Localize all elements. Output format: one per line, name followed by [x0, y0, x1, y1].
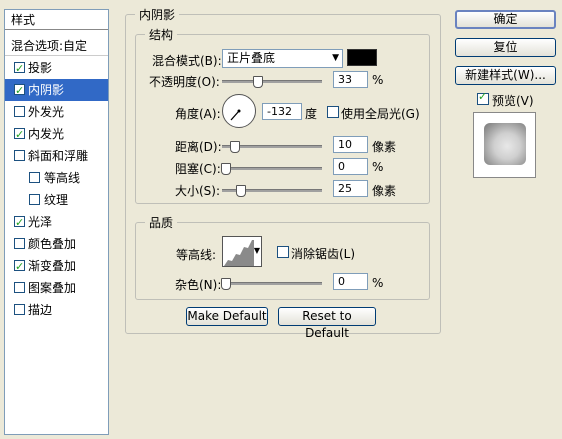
preview-swatch	[484, 123, 526, 165]
style-item-label: 光泽	[28, 215, 53, 229]
contour-picker[interactable]: ▼	[222, 236, 262, 267]
opacity-slider-thumb[interactable]	[253, 76, 263, 88]
chevron-down-icon: ▼	[253, 246, 260, 255]
style-checkbox[interactable]	[29, 172, 40, 183]
blend-options-item[interactable]: 混合选项:自定	[5, 36, 108, 56]
style-item-label: 外发光	[28, 105, 65, 119]
preview-checkbox[interactable]: ✓	[477, 90, 489, 105]
global-light-label: 使用全局光(G)	[341, 107, 420, 121]
noise-unit: %	[372, 276, 384, 290]
style-item[interactable]: 渐变叠加	[5, 255, 108, 278]
styles-list: 样式 混合选项:自定 投影内阴影外发光内发光斜面和浮雕等高线纹理光泽颜色叠加渐变…	[4, 9, 109, 435]
blend-mode-label: 混合模式(B):	[152, 54, 222, 68]
opacity-field[interactable]: 33	[333, 71, 368, 88]
style-item-label: 纹理	[44, 193, 69, 207]
style-item-label: 内阴影	[28, 83, 65, 97]
ok-button[interactable]: 确定	[455, 10, 556, 29]
style-checkbox[interactable]	[14, 238, 25, 249]
choke-unit: %	[372, 160, 384, 174]
size-field[interactable]: 25	[333, 180, 368, 197]
styles-header: 样式	[5, 10, 108, 30]
quality-title: 品质	[145, 214, 178, 231]
preview-label: 预览(V)	[492, 94, 534, 108]
distance-field[interactable]: 10	[333, 136, 368, 153]
contour-label: 等高线:	[176, 248, 217, 262]
style-item-label: 等高线	[44, 171, 81, 185]
style-item[interactable]: 外发光	[5, 101, 108, 123]
style-item-label: 图案叠加	[28, 281, 77, 295]
chevron-down-icon: ▼	[332, 53, 339, 63]
style-item[interactable]: 等高线	[5, 167, 108, 189]
size-unit: 像素	[372, 184, 397, 198]
style-checkbox[interactable]	[14, 256, 25, 278]
style-item-label: 投影	[28, 61, 53, 75]
style-item[interactable]: 描边	[5, 299, 108, 321]
distance-slider[interactable]	[222, 141, 322, 153]
anti-alias-checkbox[interactable]	[277, 246, 289, 258]
size-label: 大小(S):	[175, 184, 221, 198]
angle-dial[interactable]	[222, 94, 256, 128]
style-item[interactable]: 光泽	[5, 211, 108, 234]
style-item[interactable]: 投影	[5, 57, 108, 80]
angle-label: 角度(A):	[175, 107, 221, 121]
style-item[interactable]: 斜面和浮雕	[5, 145, 108, 167]
style-item-label: 描边	[28, 303, 53, 317]
style-checkbox[interactable]	[14, 304, 25, 315]
style-checkbox[interactable]	[14, 80, 25, 102]
noise-slider[interactable]	[221, 278, 322, 290]
distance-label: 距离(D):	[175, 140, 222, 154]
shadow-color-swatch[interactable]	[347, 49, 377, 66]
choke-slider[interactable]	[221, 163, 322, 175]
style-item[interactable]: 内发光	[5, 123, 108, 146]
structure-title: 结构	[145, 26, 178, 43]
check-icon: ✓	[478, 90, 488, 103]
angle-unit: 度	[305, 107, 318, 121]
style-item-label: 渐变叠加	[28, 259, 77, 273]
reset-button[interactable]: 复位	[455, 38, 556, 57]
blend-mode-select[interactable]: 正片叠底 ▼	[222, 49, 343, 68]
make-default-button[interactable]: Make Default	[186, 307, 268, 326]
style-item[interactable]: 图案叠加	[5, 277, 108, 299]
style-checkbox[interactable]	[14, 58, 25, 80]
style-checkbox[interactable]	[14, 150, 25, 161]
style-checkbox[interactable]	[14, 212, 25, 234]
size-slider-thumb[interactable]	[236, 185, 246, 197]
new-style-button[interactable]: 新建样式(W)...	[455, 66, 556, 85]
opacity-slider[interactable]	[222, 76, 322, 88]
choke-field[interactable]: 0	[333, 158, 368, 175]
global-light-checkbox[interactable]	[327, 106, 339, 118]
style-checkbox[interactable]	[14, 106, 25, 117]
style-item-label: 颜色叠加	[28, 237, 77, 251]
style-item-label: 内发光	[28, 127, 65, 141]
style-checkbox[interactable]	[14, 282, 25, 293]
noise-field[interactable]: 0	[333, 273, 368, 290]
distance-unit: 像素	[372, 140, 397, 154]
noise-slider-thumb[interactable]	[221, 278, 231, 290]
contour-curve-icon	[224, 240, 254, 266]
angle-field[interactable]: -132	[262, 103, 302, 120]
style-item-label: 斜面和浮雕	[28, 149, 89, 163]
noise-label: 杂色(N):	[175, 278, 222, 292]
style-checkbox[interactable]	[29, 194, 40, 205]
blend-mode-value: 正片叠底	[227, 51, 276, 65]
preview-thumbnail	[473, 112, 536, 178]
style-item[interactable]: 纹理	[5, 189, 108, 211]
opacity-label: 不透明度(O):	[149, 75, 220, 89]
style-checkbox[interactable]	[14, 124, 25, 146]
style-item[interactable]: 颜色叠加	[5, 233, 108, 255]
anti-alias-label: 消除锯齿(L)	[291, 247, 356, 261]
distance-slider-thumb[interactable]	[230, 141, 240, 153]
size-slider[interactable]	[222, 185, 322, 197]
choke-label: 阻塞(C):	[175, 162, 221, 176]
choke-slider-thumb[interactable]	[221, 163, 231, 175]
opacity-unit: %	[372, 73, 384, 87]
style-item[interactable]: 内阴影	[5, 79, 108, 102]
inner-shadow-title: 内阴影	[135, 6, 180, 23]
reset-to-default-button[interactable]: Reset to Default	[278, 307, 376, 340]
